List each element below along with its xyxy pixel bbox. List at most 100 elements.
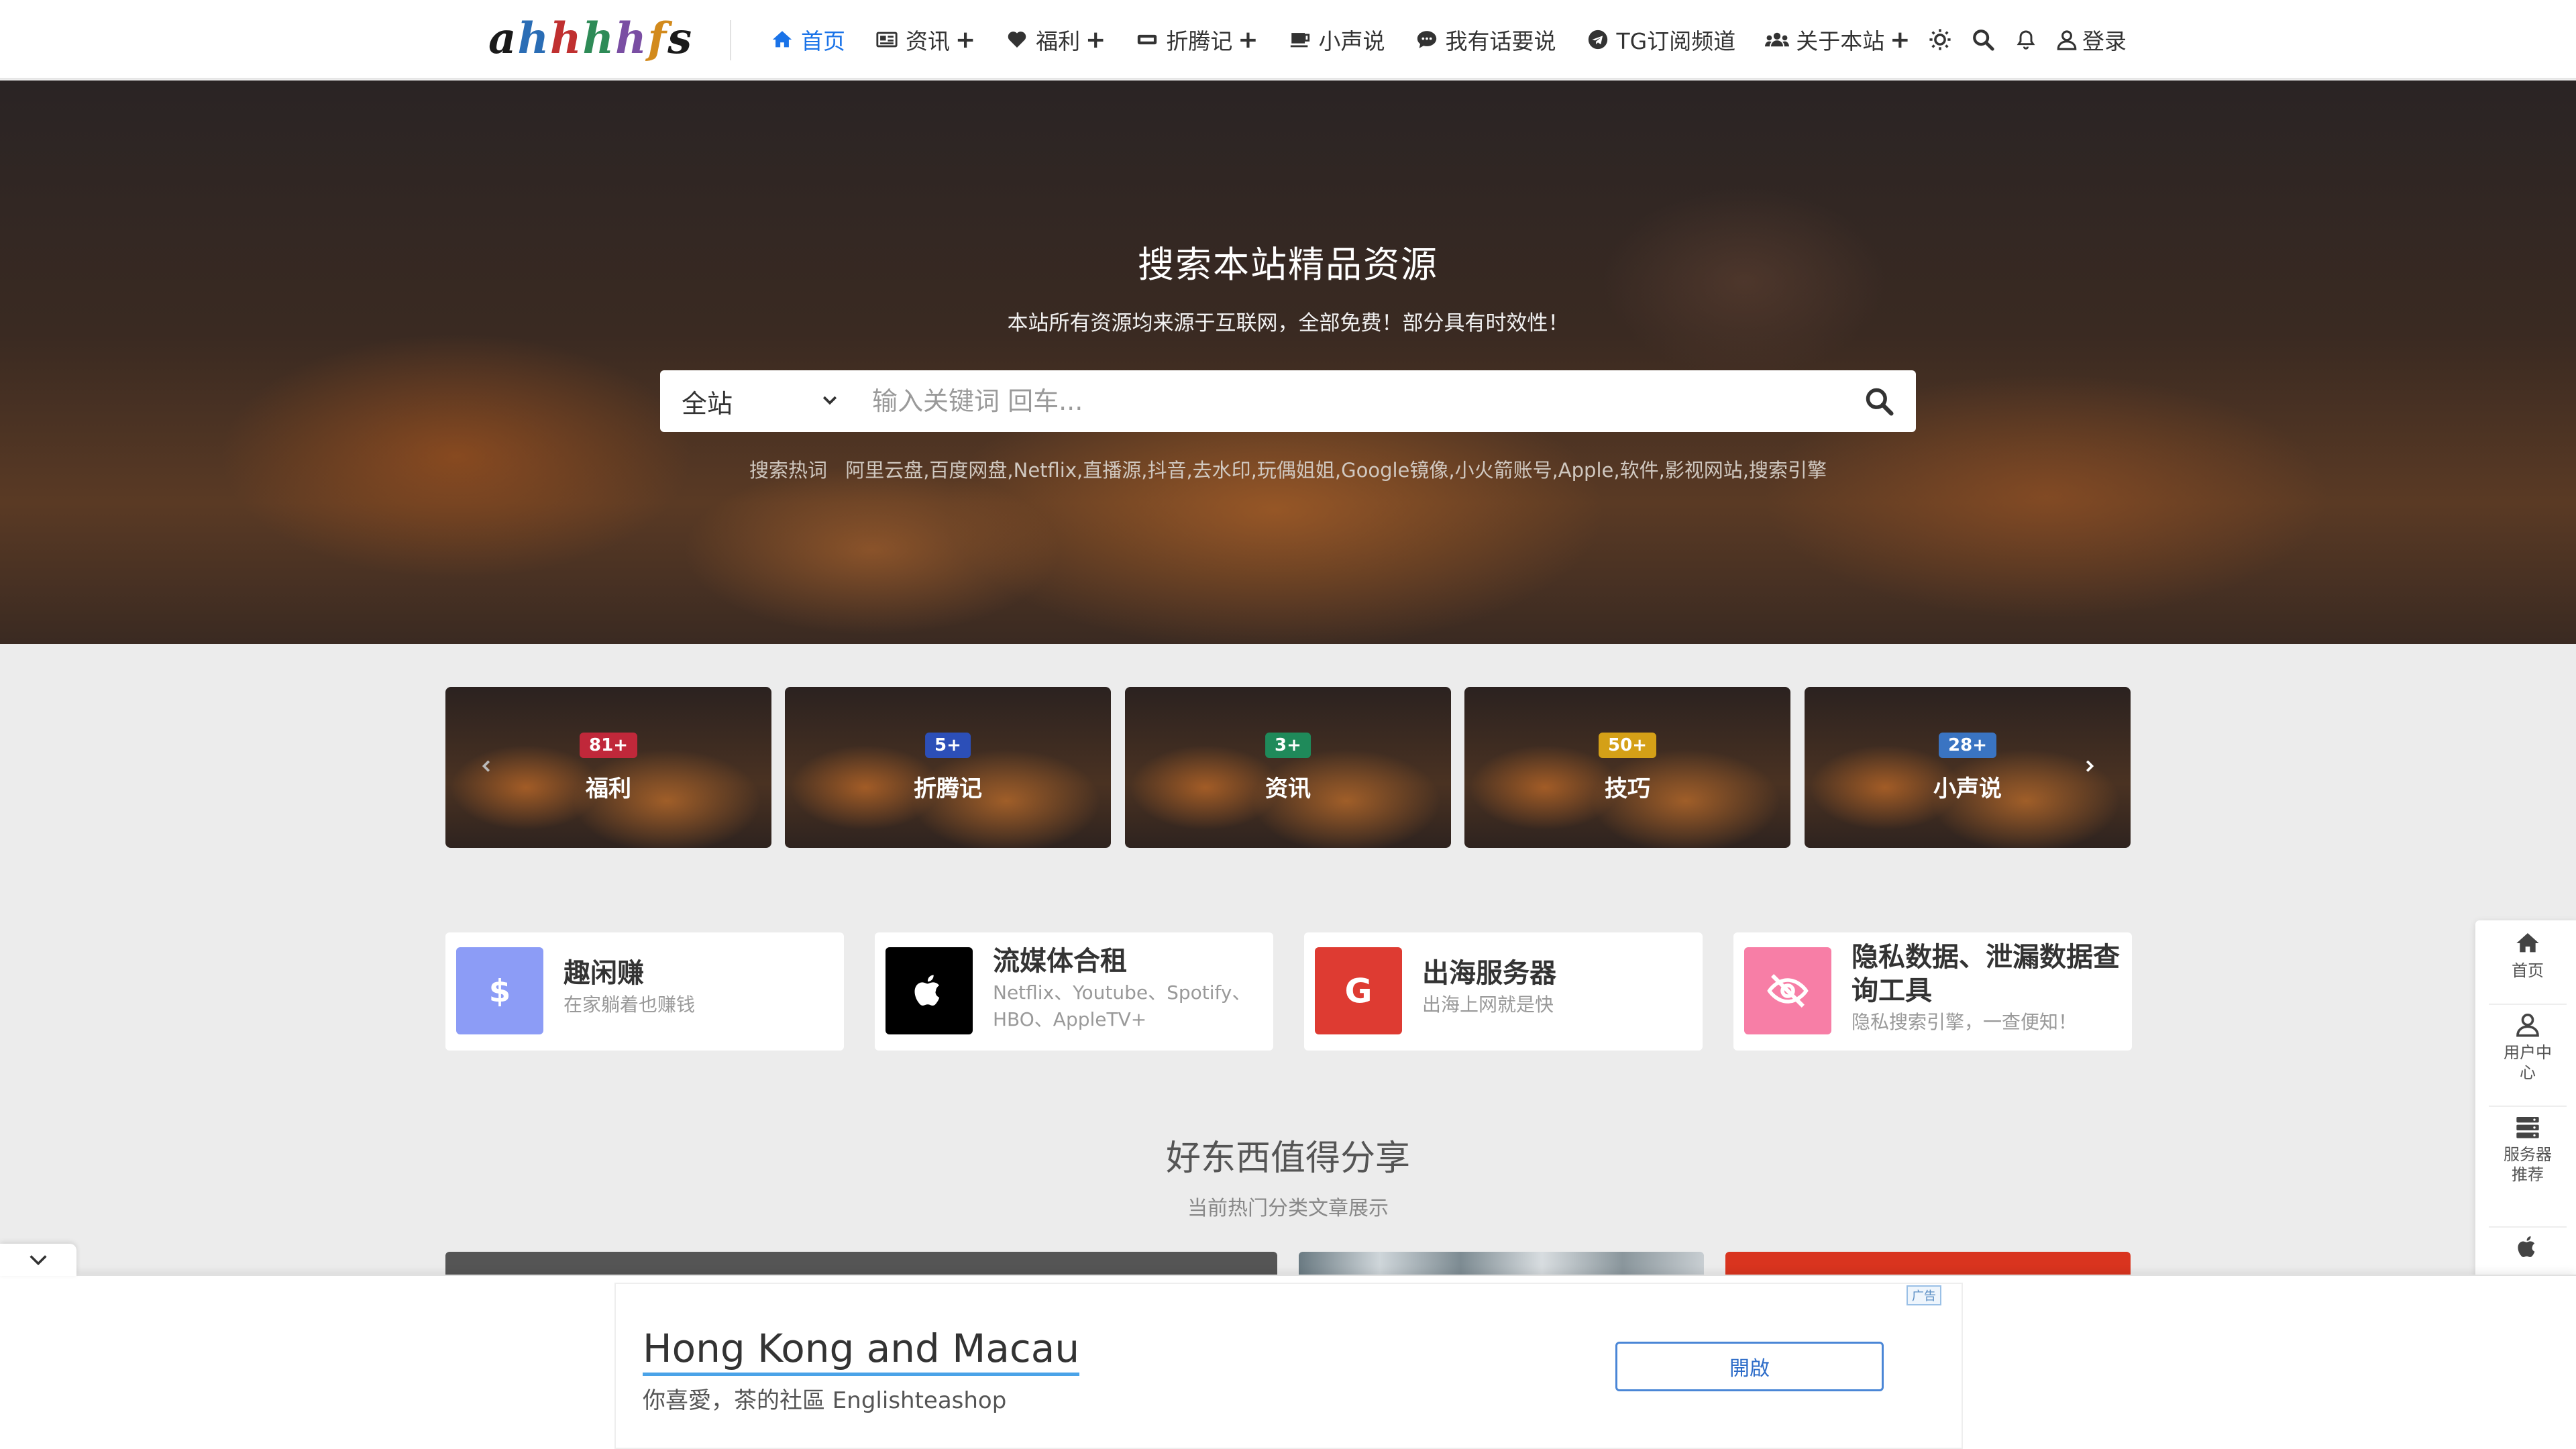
- logo-letter: h: [517, 13, 550, 64]
- category-card[interactable]: 3+ 资讯: [1125, 687, 1451, 848]
- comment-icon: [1415, 28, 1439, 52]
- chevron-down-icon: [822, 396, 837, 405]
- hero-subtitle: 本站所有资源均来源于互联网，全部免费！部分具有时效性！: [1007, 311, 1569, 335]
- home-icon: [770, 28, 794, 52]
- newspaper-icon: [875, 28, 899, 52]
- float-user-button[interactable]: 用户中心: [2475, 1010, 2576, 1083]
- nav-label: 折腾记: [1166, 28, 1233, 54]
- search-submit-button[interactable]: [1842, 370, 1916, 432]
- service-icon: [1744, 947, 1831, 1034]
- ad-headline[interactable]: Hong Kong and Macau: [643, 1326, 1080, 1376]
- main-nav: 首页 资讯 + 福利 + 折腾记 + 小声说 我有话要说 TG订阅频道 关于本站…: [770, 0, 1939, 79]
- section-title: 好东西值得分享: [1165, 1138, 1410, 1179]
- hot-words-label: 搜索热词: [749, 459, 827, 482]
- category-name: 技巧: [1605, 775, 1650, 802]
- bell-icon[interactable]: [2012, 26, 2039, 53]
- float-separator: [2489, 1226, 2567, 1228]
- heart-icon: [1005, 28, 1029, 52]
- service-icon: G: [1315, 947, 1402, 1034]
- ad-card[interactable]: 广告 Hong Kong and Macau 你喜愛，茶的社區 Englisht…: [614, 1283, 1963, 1449]
- search-icon[interactable]: [1970, 26, 1996, 53]
- float-server-label: 服务器推荐: [2504, 1145, 2552, 1184]
- service-desc: 在家躺着也赚钱: [564, 994, 696, 1016]
- nav-label: 关于本站: [1796, 28, 1885, 54]
- home-icon: [2516, 933, 2539, 953]
- category-name: 折腾记: [914, 775, 982, 802]
- nav-label: 资讯: [906, 28, 950, 54]
- ad-open-button[interactable]: 開啟: [1615, 1342, 1884, 1391]
- float-separator: [2489, 1004, 2567, 1005]
- service-icon: [885, 947, 973, 1034]
- float-home-button[interactable]: 首页: [2475, 930, 2576, 981]
- service-card[interactable]: G 出海服务器 出海上网就是快: [1304, 932, 1703, 1051]
- ad-collapse-button[interactable]: [0, 1244, 76, 1276]
- nav-plus: +: [1085, 25, 1106, 54]
- float-apple-button[interactable]: [2475, 1234, 2576, 1264]
- service-title: 出海服务器: [1422, 958, 1556, 989]
- category-carousel: 81+ 福利 5+ 折腾记 3+ 资讯 50+ 技巧 28+ 小声说: [445, 687, 2131, 848]
- hot-words-list[interactable]: 阿里云盘,百度网盘,Netflix,直播源,抖音,去水印,玩偶姐姐,Google…: [845, 459, 1827, 482]
- nav-item-telegram[interactable]: TG订阅频道: [1586, 0, 1736, 79]
- nav-item-about[interactable]: 关于本站 +: [1765, 0, 1910, 79]
- nav-item-home[interactable]: 首页: [770, 0, 845, 79]
- carousel-next-button[interactable]: [2074, 751, 2104, 781]
- dollar-icon: $: [489, 973, 511, 1010]
- nav-item-comment[interactable]: 我有话要说: [1415, 0, 1556, 79]
- search-icon: [1866, 388, 1894, 416]
- login-link[interactable]: 登录: [2055, 23, 2127, 56]
- user-icon: [2516, 1014, 2539, 1037]
- user-icon: [2057, 30, 2077, 50]
- nav-item-welfare[interactable]: 福利 +: [1005, 0, 1106, 79]
- svg-text:G: G: [1344, 972, 1372, 1011]
- nav-item-tinker[interactable]: 折腾记 +: [1135, 0, 1258, 79]
- category-count-badge: 50+: [1599, 733, 1656, 758]
- logo-letter: h: [550, 13, 583, 64]
- category-name: 资讯: [1265, 775, 1311, 802]
- theme-toggle-icon[interactable]: [1927, 26, 1953, 53]
- service-card[interactable]: 流媒体合租 Netflix、Youtube、Spotify、HBO、AppleT…: [875, 932, 1273, 1051]
- hero-banner: 搜索本站精品资源 本站所有资源均来源于互联网，全部免费！部分具有时效性！ 全站 …: [0, 80, 2576, 644]
- nav-label: 首页: [801, 28, 845, 54]
- nav-label: 我有话要说: [1445, 28, 1556, 54]
- service-icon: $: [456, 947, 543, 1034]
- server-icon: [2516, 1117, 2539, 1138]
- service-desc: Netflix、Youtube、Spotify、HBO、AppleTV+: [993, 981, 1251, 1030]
- search-scope-select[interactable]: 全站: [660, 370, 861, 432]
- service-title: 趣闲赚: [564, 958, 644, 989]
- site-header: a h h h h f s 首页 资讯 + 福利 + 折腾记 + 小声说 我有话…: [0, 0, 2576, 79]
- logo-letter: f: [647, 13, 668, 64]
- search-box: 全站: [660, 370, 1916, 432]
- apple-icon: [2518, 1236, 2535, 1257]
- chevron-down-icon: [30, 1255, 47, 1266]
- logo-letter: h: [582, 13, 616, 64]
- service-title: 隐私数据、泄漏数据查询工具: [1851, 942, 2120, 1006]
- category-card[interactable]: 50+ 技巧: [1464, 687, 1790, 848]
- nav-label: TG订阅频道: [1616, 28, 1736, 54]
- site-logo[interactable]: a h h h h f s: [488, 12, 693, 66]
- google-icon: G: [1344, 972, 1372, 1011]
- carousel-prev-button[interactable]: [472, 751, 502, 781]
- eye-slash-icon: [1767, 974, 1809, 1008]
- service-title: 流媒体合租: [993, 946, 1127, 977]
- chevron-right-icon: [2086, 760, 2094, 772]
- hot-words: 搜索热词 阿里云盘,百度网盘,Netflix,直播源,抖音,去水印,玩偶姐姐,G…: [0, 455, 2576, 483]
- category-count-badge: 28+: [1939, 733, 1996, 758]
- logo-letter: h: [615, 13, 648, 64]
- mug-icon: [1288, 28, 1312, 52]
- floating-sidebar: 首页 用户中心 服务器推荐: [2475, 920, 2576, 1283]
- nav-item-whisper[interactable]: 小声说: [1288, 0, 1385, 79]
- apple-icon: [914, 975, 940, 1006]
- service-card[interactable]: $ 趣闲赚 在家躺着也赚钱: [445, 932, 844, 1051]
- nav-item-news[interactable]: 资讯 +: [875, 0, 975, 79]
- float-server-button[interactable]: 服务器推荐: [2475, 1114, 2576, 1185]
- login-label: 登录: [2082, 28, 2127, 54]
- nav-label: 福利: [1036, 28, 1081, 54]
- header-tools: 登录: [1927, 0, 2127, 79]
- nav-label: 小声说: [1318, 28, 1385, 54]
- float-user-label: 用户中心: [2504, 1043, 2552, 1082]
- nav-plus: +: [1238, 25, 1258, 54]
- category-card[interactable]: 5+ 折腾记: [785, 687, 1111, 848]
- float-separator: [2489, 1106, 2567, 1107]
- service-card[interactable]: 隐私数据、泄漏数据查询工具 隐私搜索引擎，一查便知！: [1733, 932, 2132, 1051]
- search-input[interactable]: [861, 370, 1842, 432]
